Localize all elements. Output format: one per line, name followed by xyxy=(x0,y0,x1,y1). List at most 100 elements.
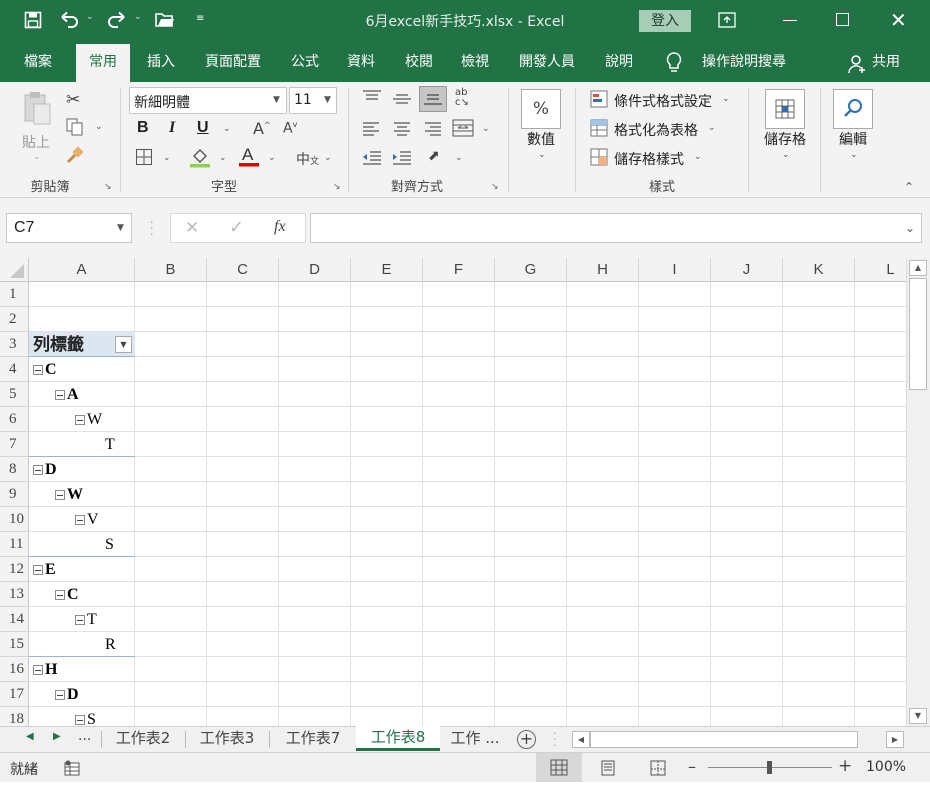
row-header-5[interactable]: 5 xyxy=(0,382,29,407)
minimize-icon[interactable] xyxy=(783,20,797,21)
normal-view-icon[interactable] xyxy=(536,753,582,782)
pivot-item[interactable]: W xyxy=(55,482,83,507)
tab-split-grip-icon[interactable]: · · · xyxy=(553,728,557,751)
vertical-scrollbar[interactable]: ▲ ▼ xyxy=(906,258,930,726)
merge-center-icon[interactable] xyxy=(452,119,474,137)
row-header-12[interactable]: 12 xyxy=(0,557,29,582)
row-header-11[interactable]: 11 xyxy=(0,532,29,557)
save-icon[interactable] xyxy=(24,11,42,29)
more-sheets-left[interactable]: ... xyxy=(78,728,91,744)
close-icon[interactable]: ✕ xyxy=(890,10,907,30)
text-direction-dropdown-icon[interactable]: ⌄ xyxy=(455,153,463,163)
hscroll-left-icon[interactable]: ◀ xyxy=(572,731,590,748)
signin-button[interactable]: 登入 xyxy=(639,10,691,32)
align-center-icon[interactable] xyxy=(392,122,412,136)
lightbulb-icon[interactable] xyxy=(666,52,682,74)
tab-help[interactable]: 說明 xyxy=(596,42,642,82)
macro-record-icon[interactable] xyxy=(64,760,80,776)
conditional-format-label[interactable]: 條件式格式設定 xyxy=(614,91,712,111)
row-header-3[interactable]: 3 xyxy=(0,332,29,357)
scroll-down-icon[interactable]: ▼ xyxy=(909,708,927,724)
collapse-button-icon[interactable] xyxy=(33,364,43,375)
collapse-button-icon[interactable] xyxy=(33,564,43,575)
increase-font-size-icon[interactable]: A^ xyxy=(253,119,271,138)
row-header-4[interactable]: 4 xyxy=(0,357,29,382)
underline-dropdown-icon[interactable]: ⌄ xyxy=(223,124,231,134)
undo-dropdown-icon[interactable]: ⌄ xyxy=(86,12,94,22)
tab-review[interactable]: 校閱 xyxy=(396,42,442,82)
column-header-d[interactable]: D xyxy=(279,258,351,282)
zoom-in-icon[interactable]: + xyxy=(838,756,852,776)
format-as-table-icon[interactable] xyxy=(590,119,608,137)
collapse-button-icon[interactable] xyxy=(55,489,65,500)
format-painter-icon[interactable] xyxy=(66,146,84,164)
decrease-font-size-icon[interactable]: Av xyxy=(283,120,297,137)
row-header-17[interactable]: 17 xyxy=(0,682,29,707)
editing-search-icon[interactable] xyxy=(833,89,873,129)
confirm-entry-icon[interactable]: ✓ xyxy=(229,217,244,238)
cell-styles-dropdown-icon[interactable]: ⌄ xyxy=(694,152,702,162)
clipboard-launcher-icon[interactable]: ↘ xyxy=(104,182,112,192)
row-header-13[interactable]: 13 xyxy=(0,582,29,607)
pivot-item[interactable]: C xyxy=(55,582,79,607)
row-header-14[interactable]: 14 xyxy=(0,607,29,632)
name-box[interactable]: C7 ▼ xyxy=(6,213,132,243)
conditional-format-dropdown-icon[interactable]: ⌄ xyxy=(722,94,730,104)
row-header-8[interactable]: 8 xyxy=(0,457,29,482)
column-header-b[interactable]: B xyxy=(135,258,207,282)
redo-dropdown-icon[interactable]: ⌄ xyxy=(134,12,142,22)
editing-group-label[interactable]: 編輯 xyxy=(833,129,873,149)
top-align-icon[interactable] xyxy=(362,90,382,104)
pivot-item[interactable]: C xyxy=(33,357,57,382)
font-name-box[interactable]: 新細明體 ▼ xyxy=(129,87,287,114)
sheet-tab-more[interactable]: 工作 ... xyxy=(442,727,508,751)
expand-formula-bar-icon[interactable]: ⌄ xyxy=(905,221,915,235)
copy-icon[interactable] xyxy=(66,118,84,136)
font-size-dropdown-icon[interactable]: ▼ xyxy=(324,95,331,105)
row-header-15[interactable]: 15 xyxy=(0,632,29,657)
bold-button[interactable]: B xyxy=(137,119,149,137)
horizontal-scroll-thumb[interactable] xyxy=(590,731,858,748)
next-sheet-icon[interactable]: ▶ xyxy=(53,731,61,742)
merge-dropdown-icon[interactable]: ⌄ xyxy=(482,124,490,134)
font-name-dropdown-icon[interactable]: ▼ xyxy=(273,95,280,105)
row-header-6[interactable]: 6 xyxy=(0,407,29,432)
editing-dropdown-icon[interactable]: ⌄ xyxy=(850,150,858,160)
row-header-10[interactable]: 10 xyxy=(0,507,29,532)
increase-indent-icon[interactable] xyxy=(392,150,412,166)
tab-formulas[interactable]: 公式 xyxy=(282,42,328,82)
tell-me-search[interactable]: 操作說明搜尋 xyxy=(694,42,794,82)
scroll-thumb[interactable] xyxy=(909,278,927,390)
column-header-g[interactable]: G xyxy=(495,258,567,282)
cut-icon[interactable]: ✂ xyxy=(66,90,80,110)
underline-button[interactable]: U xyxy=(197,119,209,137)
align-left-icon[interactable] xyxy=(362,122,382,136)
text-direction-icon[interactable]: ⬈ xyxy=(428,148,440,164)
column-header-h[interactable]: H xyxy=(567,258,639,282)
undo-icon[interactable] xyxy=(60,11,80,29)
tab-insert[interactable]: 插入 xyxy=(138,42,184,82)
middle-align-icon[interactable] xyxy=(392,92,412,106)
paste-label[interactable]: 貼上 xyxy=(20,132,52,152)
customize-toolbar-icon[interactable]: ≡ xyxy=(196,13,204,24)
formula-input[interactable]: ⌄ xyxy=(310,213,922,243)
format-as-table-dropdown-icon[interactable]: ⌄ xyxy=(708,123,716,133)
page-break-view-icon[interactable] xyxy=(650,760,666,776)
font-launcher-icon[interactable]: ↘ xyxy=(333,182,341,192)
collapse-ribbon-icon[interactable]: ⌃ xyxy=(904,180,914,194)
collapse-button-icon[interactable] xyxy=(33,464,43,475)
collapse-button-icon[interactable] xyxy=(75,614,85,625)
row-header-9[interactable]: 9 xyxy=(0,482,29,507)
tab-developer[interactable]: 開發人員 xyxy=(510,42,584,82)
tab-view[interactable]: 檢視 xyxy=(452,42,498,82)
cell-styles-icon[interactable] xyxy=(590,148,608,166)
align-right-icon[interactable] xyxy=(422,122,442,136)
collapse-button-icon[interactable] xyxy=(33,664,43,675)
row-header-2[interactable]: 2 xyxy=(0,307,29,332)
column-header-i[interactable]: I xyxy=(639,258,711,282)
pivot-item[interactable]: W xyxy=(75,407,102,432)
row-header-16[interactable]: 16 xyxy=(0,657,29,682)
column-header-a[interactable]: A xyxy=(29,258,135,282)
alignment-launcher-icon[interactable]: ↘ xyxy=(491,182,499,192)
conditional-format-icon[interactable] xyxy=(590,90,608,108)
